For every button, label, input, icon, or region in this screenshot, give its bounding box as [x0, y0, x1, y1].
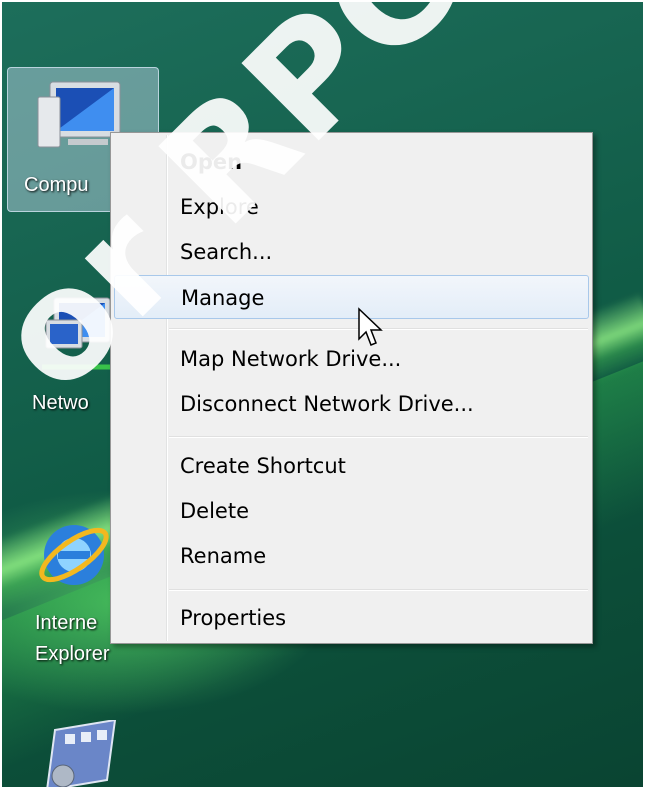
desktop-icon-network-label: Netwo: [32, 392, 89, 414]
menu-item-search[interactable]: Search...: [114, 230, 589, 274]
menu-item-delete[interactable]: Delete: [114, 489, 589, 533]
menu-item-properties[interactable]: Properties: [114, 596, 589, 640]
context-menu: Open Explore Search... Manage Map Networ…: [110, 132, 593, 644]
menu-item-rename[interactable]: Rename: [114, 534, 589, 578]
menu-item-map-network-drive[interactable]: Map Network Drive...: [114, 337, 589, 381]
menu-item-manage[interactable]: Manage: [114, 275, 589, 319]
menu-item-open[interactable]: Open: [114, 140, 589, 184]
menu-item-explore[interactable]: Explore: [114, 185, 589, 229]
network-icon[interactable]: [32, 292, 122, 382]
menu-item-create-shortcut[interactable]: Create Shortcut: [114, 444, 589, 488]
internet-explorer-icon[interactable]: [34, 507, 114, 597]
mouse-cursor-icon: [358, 307, 383, 346]
menu-separator: [169, 436, 588, 438]
menu-item-disconnect-network-drive[interactable]: Disconnect Network Drive...: [114, 382, 589, 426]
desktop: Compu Netwo Interne Explorer Open Explor…: [0, 0, 645, 789]
control-panel-icon[interactable]: [37, 720, 122, 789]
desktop-icon-computer-label: Compu: [24, 174, 89, 196]
menu-separator: [169, 589, 588, 591]
